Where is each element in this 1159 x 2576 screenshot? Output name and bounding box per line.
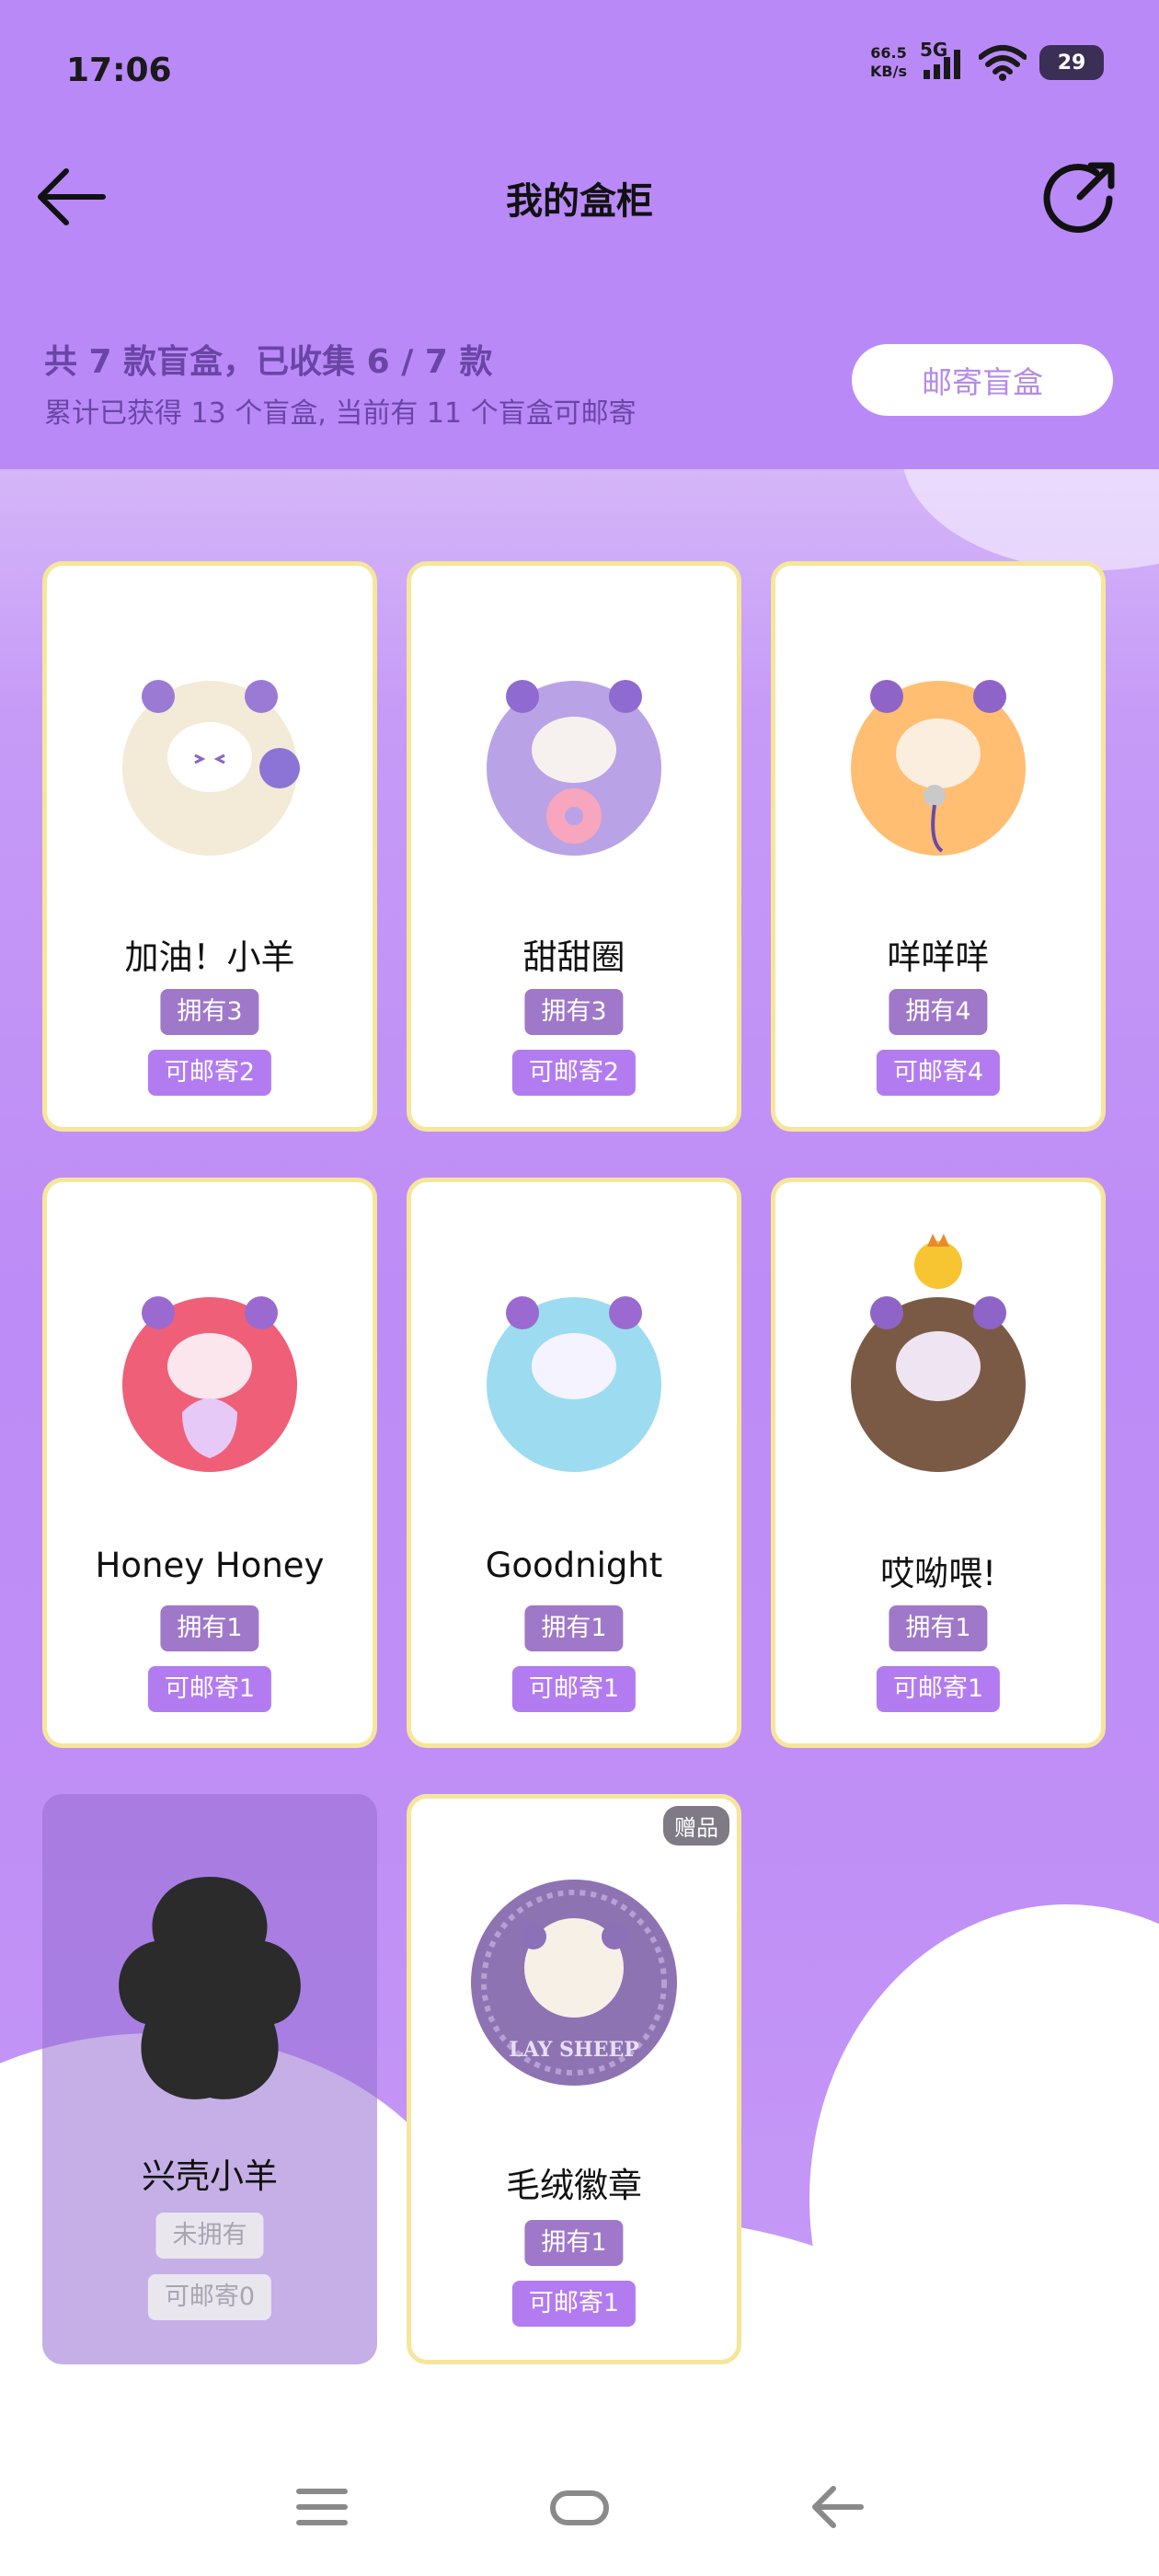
sheep-figure-image xyxy=(851,680,1026,856)
mailable-count-badge: 可邮寄1 xyxy=(876,1666,1001,1712)
cabinet-grid: 加油！小羊 拥有3 可邮寄2 甜甜圈 拥有3 可邮寄2 咩咩咩 拥有4 可邮寄4 xyxy=(0,469,1159,2438)
status-icons: 66.5 KB/s 5G 29 xyxy=(870,39,1104,81)
item-name: 哎呦喂! xyxy=(880,1554,996,1593)
home-icon[interactable] xyxy=(547,2475,612,2539)
cloud-decoration xyxy=(809,1904,1159,2438)
battery-icon: 29 xyxy=(1039,45,1104,80)
owned-count-badge: 拥有3 xyxy=(524,989,624,1035)
sheep-figure-image xyxy=(487,680,661,856)
blindbox-card[interactable]: 咩咩咩 拥有4 可邮寄4 xyxy=(771,561,1106,1132)
cloud-decoration xyxy=(901,469,1159,570)
net-speed-unit: KB/s xyxy=(870,63,907,80)
owned-count-badge: 拥有3 xyxy=(160,989,259,1035)
mailable-count-badge: 可邮寄2 xyxy=(147,1050,272,1096)
gift-tag: 赠品 xyxy=(663,1806,729,1846)
page-title: 我的盒柜 xyxy=(506,180,653,223)
sheep-figure-image xyxy=(487,1296,661,1472)
sheep-figure-image xyxy=(122,1296,297,1472)
blindbox-card[interactable]: 赠品 LAY SHEEP 毛绒徽章 拥有1 可邮寄1 xyxy=(407,1794,741,2364)
item-name: 咩咩咩 xyxy=(887,937,990,977)
mailable-count-badge: 可邮寄4 xyxy=(876,1050,1001,1096)
blindbox-card[interactable]: Goodnight 拥有1 可邮寄1 xyxy=(407,1178,741,1748)
item-name: 加油！小羊 xyxy=(124,937,295,977)
wifi-icon xyxy=(979,45,1027,81)
blindbox-card[interactable]: 加油！小羊 拥有3 可邮寄2 xyxy=(42,561,377,1132)
collection-summary: 共 7 款盲盒，已收集 6 / 7 款 xyxy=(44,343,493,381)
owned-count-badge: 拥有1 xyxy=(160,1605,259,1651)
item-name: 毛绒徽章 xyxy=(506,2166,642,2205)
mail-blindbox-button[interactable]: 邮寄盲盒 xyxy=(852,344,1113,416)
system-nav-bar xyxy=(0,2438,1159,2576)
item-name: Honey Honey xyxy=(95,1546,325,1585)
status-time: 17:06 xyxy=(66,52,172,89)
mailable-count-badge: 可邮寄1 xyxy=(511,2281,637,2327)
battery-level: 29 xyxy=(1057,51,1086,75)
owned-count-badge: 拥有1 xyxy=(524,2220,624,2266)
owned-count-badge: 拥有1 xyxy=(524,1605,624,1651)
menu-icon[interactable] xyxy=(290,2475,354,2539)
owned-count-badge: 未拥有 xyxy=(155,2213,264,2259)
mailable-count-badge: 可邮寄1 xyxy=(511,1666,637,1712)
mailable-count-badge: 可邮寄2 xyxy=(511,1050,637,1096)
blindbox-card[interactable]: 甜甜圈 拥有3 可邮寄2 xyxy=(407,561,741,1132)
sheep-figure-image xyxy=(122,680,300,856)
blindbox-card[interactable]: 哎呦喂! 拥有1 可邮寄1 xyxy=(771,1178,1106,1748)
blindbox-card[interactable]: Honey Honey 拥有1 可邮寄1 xyxy=(42,1178,377,1748)
blindbox-card-locked[interactable]: 兴壳小羊 未拥有 可邮寄0 xyxy=(42,1794,377,2364)
sheep-figure-image xyxy=(851,1234,1026,1472)
net-speed-value: 66.5 xyxy=(870,44,907,62)
net-speed: 66.5 KB/s xyxy=(870,44,907,81)
owned-count-badge: 拥有1 xyxy=(889,1605,988,1651)
badge-print-text: LAY SHEEP xyxy=(509,2038,639,2062)
signal-icon: 5G xyxy=(920,39,966,81)
mailable-count-badge: 可邮寄1 xyxy=(147,1666,272,1712)
plush-badge-image: LAY SHEEP xyxy=(471,1880,677,2086)
item-name: 甜甜圈 xyxy=(522,937,625,977)
share-icon[interactable] xyxy=(1043,158,1119,234)
back-icon[interactable] xyxy=(806,2475,870,2539)
mailable-count-badge: 可邮寄0 xyxy=(147,2274,272,2320)
item-name: Goodnight xyxy=(485,1546,663,1585)
header: 17:06 66.5 KB/s 5G 29 我的盒柜 共 7 款盲盒，已收集 6… xyxy=(0,0,1159,469)
mailable-summary: 累计已获得 13 个盲盒, 当前有 11 个盲盒可邮寄 xyxy=(44,397,637,430)
owned-count-badge: 拥有4 xyxy=(889,989,988,1035)
locked-silhouette-image xyxy=(119,1877,301,2099)
item-name: 兴壳小羊 xyxy=(142,2156,278,2196)
